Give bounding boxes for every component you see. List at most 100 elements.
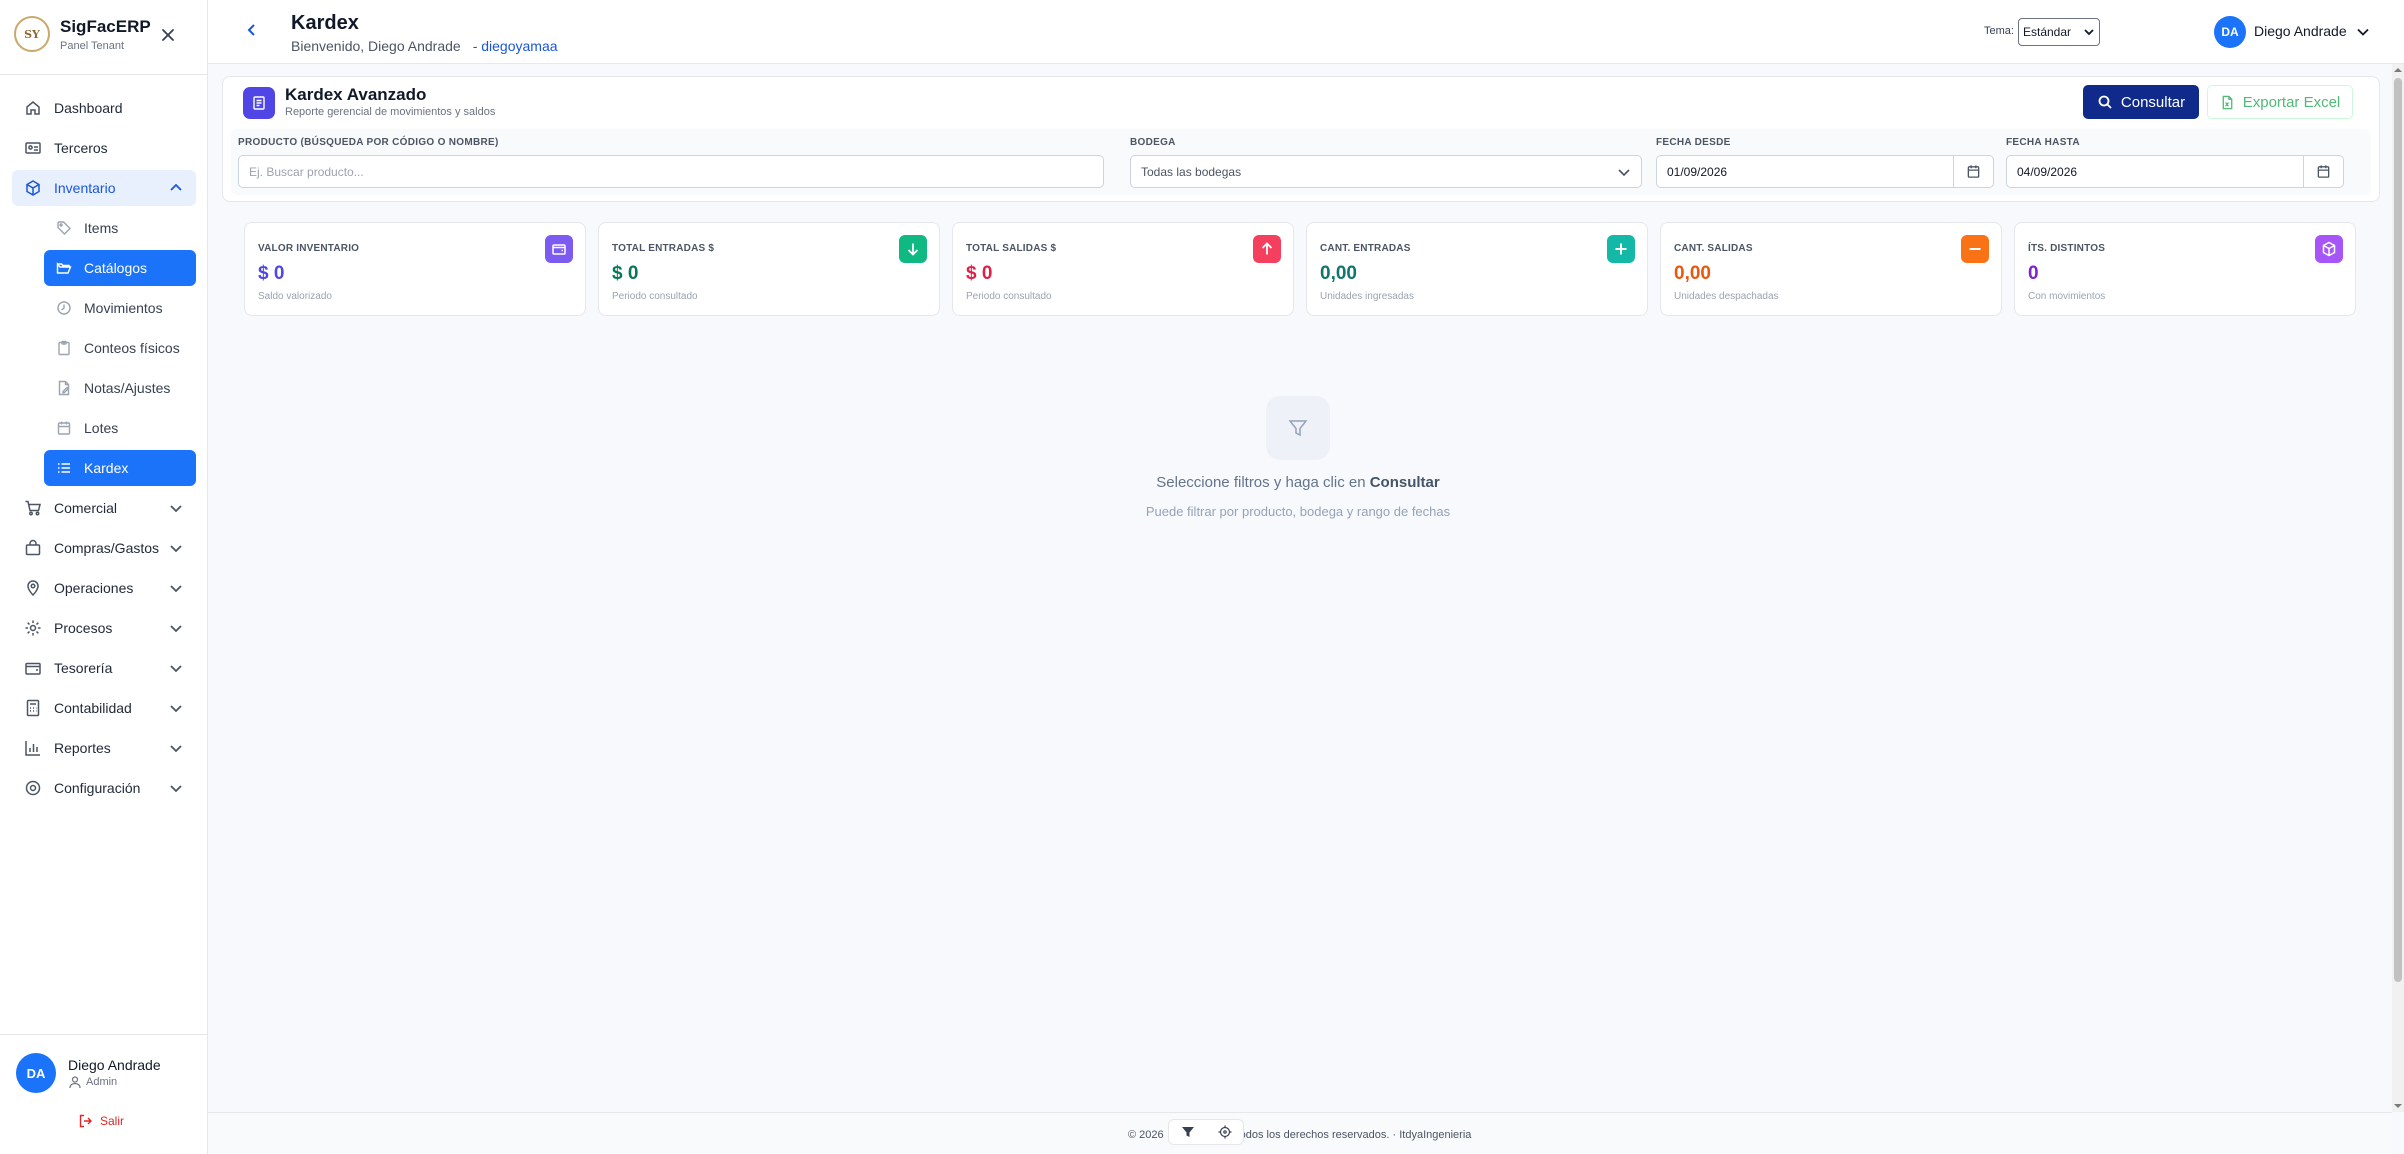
brand-logo: SY	[14, 16, 50, 52]
sidebar-item-label: Configuración	[54, 780, 141, 796]
floating-toolbar[interactable]	[1168, 1119, 1244, 1145]
footer: © 2026 odos los derechos reservados. · It…	[208, 1112, 2392, 1154]
sidebar-subitem-notas[interactable]: Notas/Ajustes	[44, 370, 196, 406]
sidebar-item-procesos[interactable]: Procesos	[12, 610, 196, 646]
stat-sub: Periodo consultado	[966, 291, 1052, 302]
page-scrollbar[interactable]	[2392, 64, 2404, 1112]
map-pin-icon	[24, 579, 42, 597]
date-from-input[interactable]: 01/09/2026	[1656, 155, 1994, 188]
file-edit-icon	[56, 380, 72, 396]
stat-value: 0,00	[1320, 263, 1357, 284]
tag-icon	[56, 220, 72, 236]
warehouse-select[interactable]: Todas las bodegas	[1130, 155, 1642, 188]
sidebar-nav: Dashboard Terceros Inventario Items Catá…	[12, 90, 196, 810]
close-sidebar-icon[interactable]	[158, 25, 178, 45]
username-link[interactable]: - diegoyamaa	[473, 38, 558, 54]
sidebar-item-dashboard[interactable]: Dashboard	[12, 90, 196, 126]
brand[interactable]: SY SigFacERP Panel Tenant	[14, 16, 151, 52]
stat-label: Total Entradas $	[612, 243, 715, 254]
filter-row: Producto (búsqueda por código o nombre) …	[231, 129, 2371, 195]
sidebar-item-tesoreria[interactable]: Tesorería	[12, 650, 196, 686]
sidebar-subitem-label: Notas/Ajustes	[84, 380, 171, 396]
avatar[interactable]: DA	[16, 1053, 56, 1093]
calculator-icon	[24, 699, 42, 717]
stat-card-items-distintos: Íts. distintos 0 Con movimientos	[2014, 222, 2356, 316]
warehouse-label: Bodega	[1130, 137, 1176, 148]
list-icon	[56, 460, 72, 476]
consult-button[interactable]: Consultar	[2083, 85, 2199, 119]
chevron-down-icon[interactable]	[2356, 25, 2370, 39]
scroll-up-icon[interactable]	[2394, 66, 2402, 74]
box-icon	[24, 179, 42, 197]
clock-icon	[56, 300, 72, 316]
sidebar-item-contabilidad[interactable]: Contabilidad	[12, 690, 196, 726]
stat-card-cant-entradas: Cant. Entradas 0,00 Unidades ingresadas	[1306, 222, 1648, 316]
arrow-down-icon	[899, 235, 927, 263]
brand-name: SigFacERP	[60, 16, 151, 36]
sidebar-item-label: Contabilidad	[54, 700, 132, 716]
stat-label: Total Salidas $	[966, 243, 1057, 254]
sidebar-item-configuracion[interactable]: Configuración	[12, 770, 196, 806]
sidebar-item-comercial[interactable]: Comercial	[12, 490, 196, 526]
sidebar-subitem-conteos[interactable]: Conteos físicos	[44, 330, 196, 366]
user-name: Diego Andrade	[68, 1057, 161, 1073]
cart-icon	[24, 499, 42, 517]
stat-value: $ 0	[612, 263, 639, 284]
user-role: Admin	[68, 1075, 117, 1089]
chevron-up-icon	[168, 180, 184, 196]
sidebar-user: DA Diego Andrade Admin Salir	[0, 1034, 208, 1154]
sidebar-item-compras[interactable]: Compras/Gastos	[12, 530, 196, 566]
stat-card-cant-salidas: Cant. Salidas 0,00 Unidades despachadas	[1660, 222, 2002, 316]
bar-chart-icon	[24, 739, 42, 757]
chevron-left-icon[interactable]	[244, 22, 260, 38]
target-icon	[1218, 1125, 1231, 1139]
scroll-down-icon[interactable]	[2394, 1102, 2402, 1110]
welcome-text: Bienvenido, Diego Andrade - diegoyamaa	[291, 38, 558, 54]
sidebar-item-label: Compras/Gastos	[54, 540, 160, 556]
sidebar-subitem-movimientos[interactable]: Movimientos	[44, 290, 196, 326]
sidebar-subitem-catalogos[interactable]: Catálogos	[44, 250, 196, 286]
sidebar-item-label: Reportes	[54, 740, 111, 756]
brand-subtitle: Panel Tenant	[60, 39, 125, 52]
sidebar-item-inventario[interactable]: Inventario	[12, 170, 196, 206]
chevron-down-icon	[168, 780, 184, 796]
product-search-input[interactable]: Ej. Buscar producto...	[238, 155, 1104, 188]
kardex-filter-card: Kardex Avanzado Reporte gerencial de mov…	[222, 76, 2380, 202]
cube-icon	[2315, 235, 2343, 263]
sidebar-item-reportes[interactable]: Reportes	[12, 730, 196, 766]
id-card-icon	[24, 139, 42, 157]
sidebar-item-label: Inventario	[54, 180, 116, 196]
scrollbar-thumb[interactable]	[2394, 78, 2402, 982]
export-excel-button[interactable]: Exportar Excel	[2207, 85, 2353, 119]
file-excel-icon	[2222, 95, 2233, 109]
logout-icon	[79, 1114, 92, 1128]
sidebar-subitem-items[interactable]: Items	[44, 210, 196, 246]
stat-value: 0	[2028, 263, 2039, 284]
arrow-up-icon	[1253, 235, 1281, 263]
theme-select[interactable]: Estándar	[2018, 18, 2100, 46]
sidebar-subitem-lotes[interactable]: Lotes	[44, 410, 196, 446]
report-icon	[243, 87, 275, 119]
date-to-input[interactable]: 04/09/2026	[2006, 155, 2344, 188]
sidebar-subitem-kardex[interactable]: Kardex	[44, 450, 196, 486]
calendar-icon[interactable]	[2303, 156, 2343, 187]
chevron-down-icon	[168, 500, 184, 516]
sidebar-item-label: Procesos	[54, 620, 113, 636]
chevron-down-icon	[168, 620, 184, 636]
sidebar-item-label: Operaciones	[54, 580, 134, 596]
funnel-icon	[1181, 1127, 1194, 1137]
header-avatar[interactable]: DA	[2214, 16, 2246, 48]
chevron-down-icon	[168, 660, 184, 676]
calendar-icon[interactable]	[1953, 156, 1993, 187]
sidebar-item-label: Comercial	[54, 500, 118, 516]
sidebar-item-label: Tesorería	[54, 660, 113, 676]
stat-sub: Unidades ingresadas	[1320, 291, 1414, 302]
sidebar-item-label: Terceros	[54, 140, 108, 156]
home-icon	[24, 99, 42, 117]
logout-button[interactable]: Salir	[78, 1113, 124, 1129]
clipboard-icon	[56, 340, 72, 356]
sidebar-item-terceros[interactable]: Terceros	[12, 130, 196, 166]
stat-value: $ 0	[966, 263, 993, 284]
sidebar-item-operaciones[interactable]: Operaciones	[12, 570, 196, 606]
header-user-name[interactable]: Diego Andrade	[2254, 23, 2347, 39]
